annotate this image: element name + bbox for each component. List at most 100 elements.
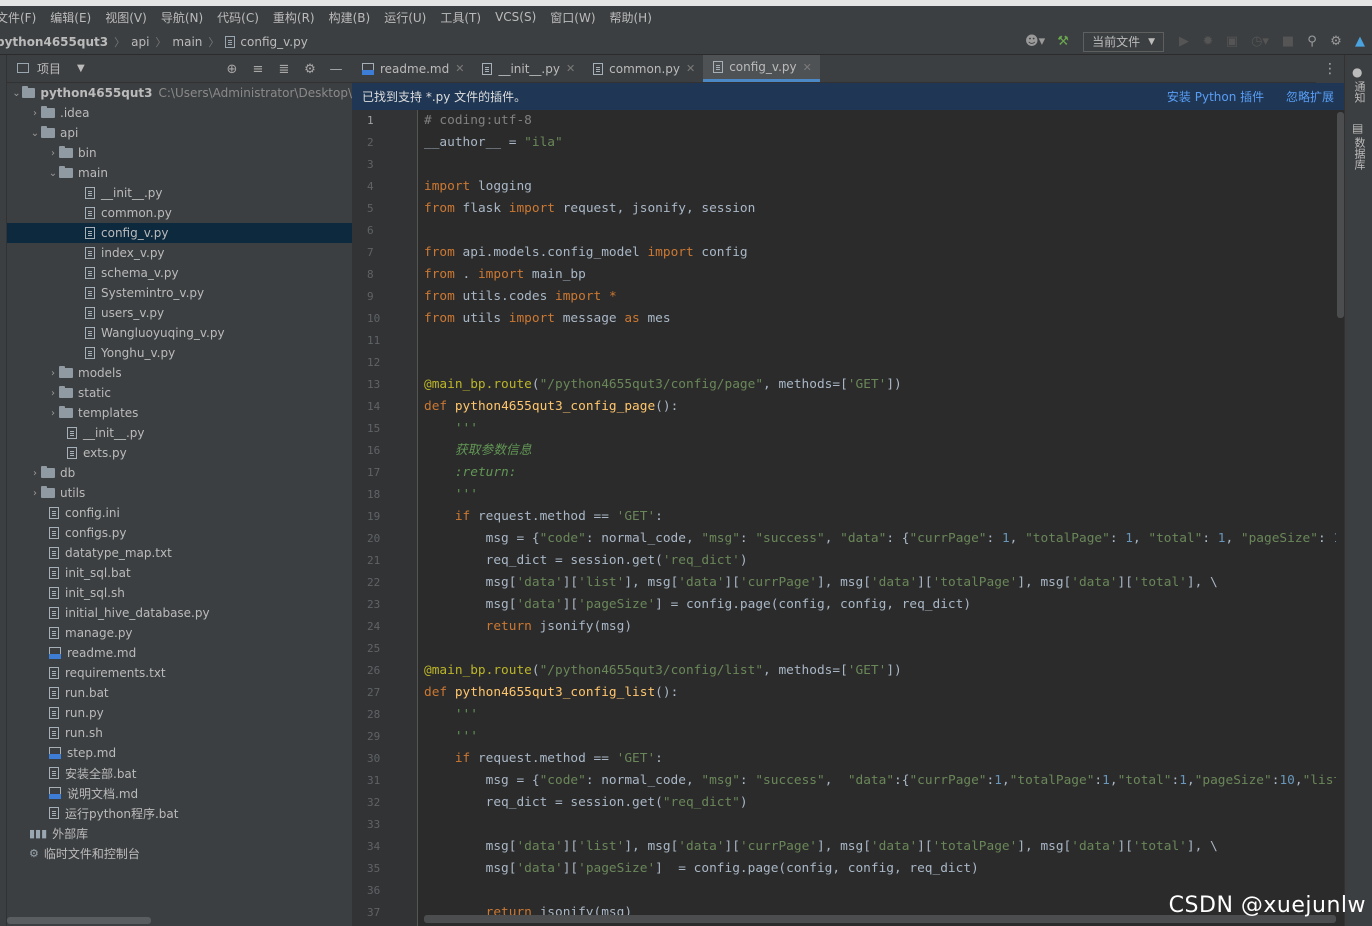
close-icon[interactable]: ✕ [566, 62, 575, 75]
search-icon[interactable]: ⚲ [1303, 33, 1321, 51]
breadcrumb-project[interactable]: python4655qut3 [0, 35, 108, 49]
tree-item-file[interactable]: __init__.py [7, 183, 352, 203]
chevron-right-icon[interactable]: › [47, 148, 59, 159]
project-panel-title[interactable]: 项目 [37, 60, 61, 77]
tree-item-file[interactable]: schema_v.py [7, 263, 352, 283]
menu-help[interactable]: 帮助(H) [610, 9, 652, 26]
tab-config-active[interactable]: config_v.py ✕ [703, 55, 820, 82]
tree-item-idea[interactable]: › .idea [7, 103, 352, 123]
more-options-icon[interactable]: ⋮ [1316, 55, 1344, 83]
notifications-tool-label[interactable]: 通知 [1351, 81, 1367, 103]
tree-item-root[interactable]: ⌄ python4655qut3 C:\Users\Administrator\De… [7, 83, 352, 103]
tree-item-file[interactable]: run.bat [7, 683, 352, 703]
chevron-right-icon[interactable]: › [29, 488, 41, 499]
tree-item-file[interactable]: readme.md [7, 643, 352, 663]
tree-item-file[interactable]: step.md [7, 743, 352, 763]
database-icon[interactable]: ▤ [1352, 121, 1363, 135]
tree-item-file[interactable]: Yonghu_v.py [7, 343, 352, 363]
tree-item-file[interactable]: manage.py [7, 623, 352, 643]
menu-code[interactable]: 代码(C) [217, 9, 259, 26]
tree-item-file[interactable]: run.sh [7, 723, 352, 743]
project-panel-scrollbar[interactable] [7, 917, 151, 924]
bell-icon[interactable]: ● [1352, 65, 1362, 79]
tree-item-file[interactable]: run.py [7, 703, 352, 723]
tree-item-file[interactable]: configs.py [7, 523, 352, 543]
tree-item-utils[interactable]: › utils [7, 483, 352, 503]
tree-item-bin[interactable]: › bin [7, 143, 352, 163]
breadcrumb-main[interactable]: main [172, 35, 202, 49]
tree-item-api[interactable]: ⌄ api [7, 123, 352, 143]
menu-tools[interactable]: 工具(T) [440, 9, 481, 26]
tree-item-file[interactable]: common.py [7, 203, 352, 223]
tree-item-file[interactable]: requirements.txt [7, 663, 352, 683]
close-icon[interactable]: ✕ [455, 62, 464, 75]
user-icon[interactable]: ☻▾ [1022, 33, 1048, 51]
tree-item-file[interactable]: exts.py [7, 443, 352, 463]
menu-window[interactable]: 窗口(W) [550, 9, 595, 26]
tree-item-file[interactable]: 说明文档.md [7, 783, 352, 803]
chevron-right-icon[interactable]: › [47, 388, 59, 399]
tree-item-file[interactable]: __init__.py [7, 423, 352, 443]
gear-icon[interactable]: ⚙ [1327, 33, 1345, 51]
stop-icon[interactable]: ■ [1279, 33, 1297, 51]
run-configuration-select[interactable]: 当前文件 ▼ [1083, 31, 1164, 52]
menu-refactor[interactable]: 重构(R) [273, 9, 315, 26]
tree-item-file[interactable]: Systemintro_v.py [7, 283, 352, 303]
menu-run[interactable]: 运行(U) [384, 9, 426, 26]
tab-init[interactable]: __init__.py ✕ [472, 55, 583, 82]
chevron-right-icon[interactable]: › [47, 408, 59, 419]
tree-item-file[interactable]: datatype_map.txt [7, 543, 352, 563]
tree-item-main[interactable]: ⌄ main [7, 163, 352, 183]
menu-vcs[interactable]: VCS(S) [495, 10, 536, 24]
profile-icon[interactable]: ◷▾ [1247, 33, 1273, 51]
tree-item-file[interactable]: init_sql.sh [7, 583, 352, 603]
gear-icon[interactable]: ⚙ [300, 60, 320, 78]
menu-build[interactable]: 构建(B) [329, 9, 371, 26]
tree-item-models[interactable]: › models [7, 363, 352, 383]
tree-item-db[interactable]: › db [7, 463, 352, 483]
tree-item-file[interactable]: init_sql.bat [7, 563, 352, 583]
close-icon[interactable]: ✕ [803, 61, 812, 74]
update-icon[interactable]: ▲ [1351, 33, 1369, 51]
coverage-icon[interactable]: ▣ [1223, 33, 1241, 51]
ignore-extension-link[interactable]: 忽略扩展 [1286, 90, 1334, 104]
menu-view[interactable]: 视图(V) [105, 9, 147, 26]
tree-item-file[interactable]: 安装全部.bat [7, 763, 352, 783]
tab-readme[interactable]: readme.md ✕ [352, 55, 472, 82]
database-tool-label[interactable]: 数据库 [1351, 137, 1367, 170]
chevron-down-icon[interactable]: ⌄ [29, 128, 41, 139]
collapse-all-icon[interactable]: ≣ [274, 60, 294, 78]
tree-item-external-libraries[interactable]: ▮▮▮ 外部库 [7, 823, 352, 843]
build-hammer-icon[interactable]: ⚒ [1054, 33, 1072, 51]
tree-item-file[interactable]: users_v.py [7, 303, 352, 323]
expand-all-icon[interactable]: ≡ [248, 60, 268, 78]
run-icon[interactable]: ▶ [1175, 33, 1193, 51]
tree-item-file[interactable]: config.ini [7, 503, 352, 523]
tree-item-static[interactable]: › static [7, 383, 352, 403]
breadcrumb-file[interactable]: config_v.py [240, 35, 307, 49]
chevron-right-icon[interactable]: › [47, 368, 59, 379]
tree-item-file[interactable]: Wangluoyuqing_v.py [7, 323, 352, 343]
chevron-down-icon[interactable]: ⌄ [47, 168, 59, 179]
install-plugin-link[interactable]: 安装 Python 插件 [1167, 90, 1264, 104]
tree-item-file[interactable]: index_v.py [7, 243, 352, 263]
tree-item-file[interactable]: 运行python程序.bat [7, 803, 352, 823]
chevron-right-icon[interactable]: › [29, 468, 41, 479]
hide-icon[interactable]: — [326, 60, 346, 78]
code-editor[interactable]: # coding:utf-8 __author__ = "ila" import… [424, 110, 1336, 926]
menu-file[interactable]: 文件(F) [0, 9, 36, 26]
chevron-down-icon[interactable]: ▼ [77, 63, 85, 74]
tree-item-scratches[interactable]: ⚙ 临时文件和控制台 [7, 843, 352, 863]
tree-item-file-selected[interactable]: config_v.py [7, 223, 352, 243]
tab-common[interactable]: common.py ✕ [583, 55, 703, 82]
tree-item-file[interactable]: initial_hive_database.py [7, 603, 352, 623]
breadcrumb-api[interactable]: api [131, 35, 149, 49]
close-icon[interactable]: ✕ [686, 62, 695, 75]
editor-vertical-scrollbar[interactable] [1337, 112, 1344, 318]
chevron-right-icon[interactable]: › [29, 108, 41, 119]
debug-icon[interactable]: ✹ [1199, 33, 1217, 51]
locate-icon[interactable]: ⊕ [222, 60, 242, 78]
chevron-down-icon[interactable]: ⌄ [11, 88, 22, 99]
menu-edit[interactable]: 编辑(E) [50, 9, 91, 26]
tree-item-templates[interactable]: › templates [7, 403, 352, 423]
